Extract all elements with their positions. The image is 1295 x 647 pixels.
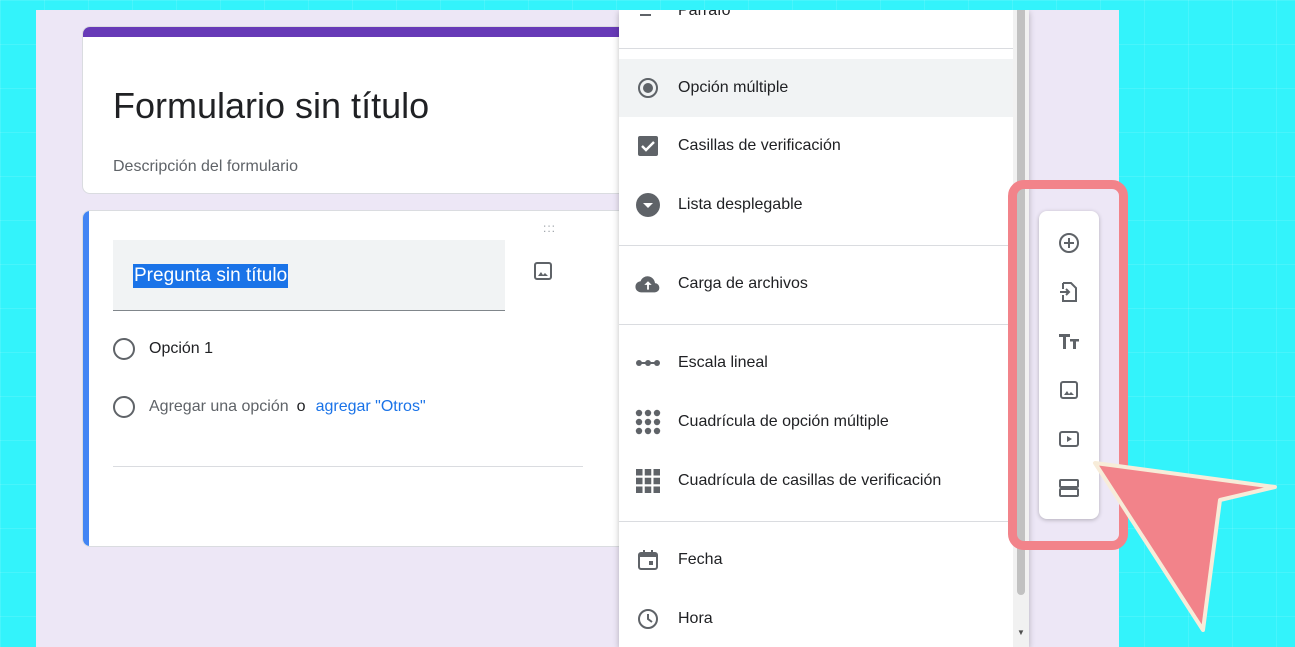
drag-handle-icon[interactable]: ::: <box>543 221 556 235</box>
menu-item-date[interactable]: Fecha <box>619 531 1013 589</box>
menu-item-label: Cuadrícula de casillas de verificación <box>678 472 942 489</box>
option-label[interactable]: Opción 1 <box>149 340 213 358</box>
menu-item-label: Párrafo <box>678 10 731 19</box>
menu-item-file-upload[interactable]: Carga de archivos <box>619 255 1013 313</box>
forms-app: Formulario sin título Descripción del fo… <box>36 10 1119 647</box>
menu-item-label: Cuadrícula de opción múltiple <box>678 413 889 430</box>
form-description[interactable]: Descripción del formulario <box>113 158 298 176</box>
add-image-icon[interactable] <box>1057 378 1081 402</box>
add-option-row: Agregar una opción o agregar "Otros" <box>113 396 426 418</box>
add-question-icon[interactable] <box>1057 231 1081 255</box>
form-title[interactable]: Formulario sin título <box>113 85 429 127</box>
question-divider <box>113 466 583 467</box>
radio-icon <box>113 338 135 360</box>
radio-grid-icon <box>635 409 661 435</box>
add-video-icon[interactable] <box>1057 427 1081 451</box>
menu-item-label: Hora <box>678 610 713 627</box>
question-title-field[interactable]: Pregunta sin título <box>113 240 505 311</box>
radio-icon <box>113 396 135 418</box>
menu-item-label: Opción múltiple <box>678 79 789 96</box>
calendar-icon <box>635 547 661 573</box>
menu-separator <box>619 521 1013 522</box>
or-text: o <box>296 398 306 415</box>
dropdown-icon <box>635 192 661 218</box>
menu-item-dropdown[interactable]: Lista desplegable <box>619 176 1013 234</box>
menu-item-checkbox-grid[interactable]: Cuadrícula de casillas de verificación <box>619 452 1013 510</box>
menu-item-label: Lista desplegable <box>678 196 803 213</box>
radio-icon <box>635 75 661 101</box>
cloud-upload-icon <box>635 271 661 297</box>
add-title-icon[interactable] <box>1057 329 1081 353</box>
menu-item-paragraph[interactable]: Párrafo <box>619 10 1013 40</box>
linear-scale-icon <box>635 350 661 376</box>
menu-separator <box>619 48 1013 49</box>
menu-item-label: Escala lineal <box>678 354 768 371</box>
clock-icon <box>635 606 661 632</box>
import-questions-icon[interactable] <box>1057 280 1081 304</box>
menu-item-time[interactable]: Hora <box>619 590 1013 647</box>
menu-item-label: Fecha <box>678 551 723 568</box>
add-other-link[interactable]: agregar "Otros" <box>316 398 426 416</box>
add-option-link[interactable]: Agregar una opción <box>149 398 289 416</box>
add-image-icon[interactable] <box>531 259 555 283</box>
menu-item-linear-scale[interactable]: Escala lineal <box>619 334 1013 392</box>
menu-item-label: Casillas de verificación <box>678 137 841 154</box>
menu-item-label: Carga de archivos <box>678 275 808 292</box>
option-row[interactable]: Opción 1 <box>113 338 213 360</box>
menu-separator <box>619 245 1013 246</box>
menu-item-multiple-choice-grid[interactable]: Cuadrícula de opción múltiple <box>619 393 1013 451</box>
add-section-icon[interactable] <box>1057 476 1081 500</box>
checkbox-icon <box>635 133 661 159</box>
side-toolbar <box>1039 211 1099 519</box>
checkbox-grid-icon <box>635 468 661 494</box>
menu-separator <box>619 324 1013 325</box>
menu-item-multiple-choice[interactable]: Opción múltiple <box>619 59 1013 117</box>
menu-item-checkboxes[interactable]: Casillas de verificación <box>619 117 1013 175</box>
scroll-down-arrow-icon[interactable]: ▼ <box>1017 628 1025 637</box>
question-title-text: Pregunta sin título <box>133 264 289 288</box>
paragraph-icon <box>635 10 661 24</box>
question-type-menu: Párrafo Opción múltiple Casillas de veri… <box>619 10 1029 647</box>
question-accent-bar <box>83 211 89 546</box>
